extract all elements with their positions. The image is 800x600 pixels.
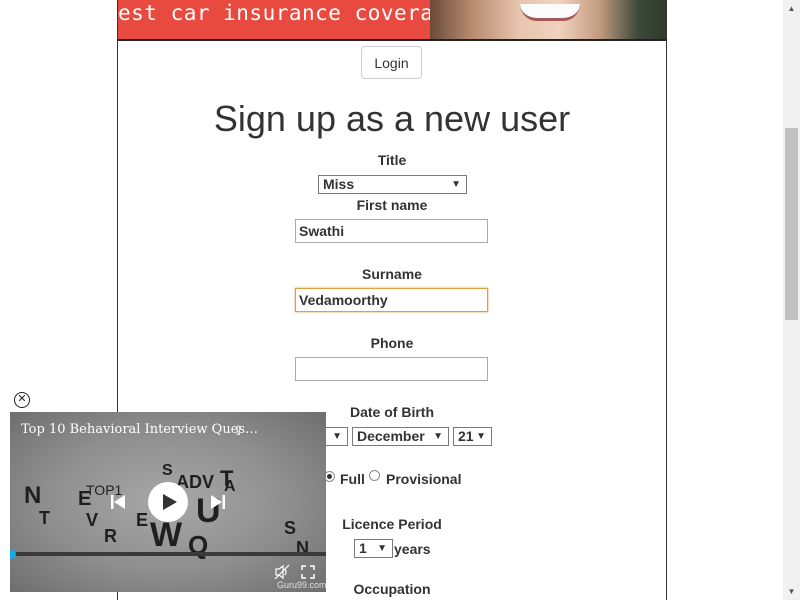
dropdown-arrow-icon: ▼ (377, 543, 387, 554)
login-button[interactable]: Login (361, 46, 422, 79)
page-title: Sign up as a new user (213, 98, 571, 139)
dropdown-arrow-icon: ▼ (332, 431, 342, 442)
title-label: Title (377, 152, 407, 168)
close-video-icon[interactable]: ✕ (14, 392, 30, 408)
first-name-input[interactable]: Swathi (295, 219, 488, 243)
page-scrollbar[interactable]: ▲ ▼ (783, 0, 800, 600)
video-artwork-letter: E (136, 510, 149, 530)
video-artwork-letter: V (86, 510, 99, 530)
surname-input[interactable]: Vedamoorthy (295, 288, 488, 312)
share-icon[interactable]: ⇪ (233, 423, 244, 439)
video-watermark: Guru99.com (277, 580, 326, 590)
video-progress-knob[interactable] (10, 549, 16, 559)
dob-year-select[interactable]: 21 ▼ (453, 427, 492, 446)
dob-month-value: December (357, 428, 425, 444)
first-name-value: Swathi (299, 223, 345, 239)
surname-label: Surname (362, 266, 422, 282)
licence-provisional-radio[interactable] (369, 470, 380, 481)
dob-month-select[interactable]: December ▼ (352, 427, 449, 446)
surname-value: Vedamoorthy (299, 292, 388, 308)
video-artwork-letter: N (24, 482, 42, 509)
scrollbar-thumb[interactable] (785, 128, 798, 320)
video-artwork-letter: T (39, 508, 50, 528)
video-artwork-letter: Q (188, 530, 209, 560)
licence-period-select[interactable]: 1 ▼ (354, 539, 393, 558)
play-icon[interactable] (148, 482, 188, 522)
licence-provisional-label: Provisional (386, 471, 462, 487)
first-name-label: First name (356, 197, 428, 213)
dropdown-arrow-icon: ▼ (451, 179, 461, 190)
video-progress-bar[interactable] (10, 549, 326, 559)
banner-text: est car insurance coverage (118, 1, 460, 25)
video-artwork-letter: S (162, 462, 173, 479)
previous-icon[interactable] (110, 494, 126, 510)
insurance-banner: est car insurance coverage (118, 0, 666, 41)
fullscreen-icon[interactable] (300, 564, 316, 580)
mute-icon[interactable] (274, 564, 290, 580)
licence-full-label: Full (340, 471, 365, 487)
dropdown-arrow-icon: ▼ (433, 431, 443, 442)
video-artwork-letter: S (284, 518, 297, 538)
phone-label: Phone (370, 335, 414, 351)
dob-year-value: 21 (458, 428, 474, 444)
scroll-up-arrow-icon[interactable]: ▲ (783, 0, 800, 17)
scroll-down-arrow-icon[interactable]: ▼ (783, 583, 800, 600)
next-icon[interactable] (210, 494, 226, 510)
video-player[interactable]: Top 10 Behavioral Interview Ques… ⇪ N T … (10, 412, 326, 592)
banner-photo (430, 0, 666, 39)
licence-period-value: 1 (359, 540, 367, 556)
title-select-value: Miss (323, 176, 355, 192)
title-select[interactable]: Miss ▼ (318, 175, 467, 194)
video-artwork-letter: R (104, 526, 117, 546)
phone-input[interactable] (295, 357, 488, 381)
dropdown-arrow-icon: ▼ (476, 431, 486, 442)
video-title: Top 10 Behavioral Interview Ques… (21, 422, 259, 437)
licence-period-unit: years (394, 541, 431, 557)
